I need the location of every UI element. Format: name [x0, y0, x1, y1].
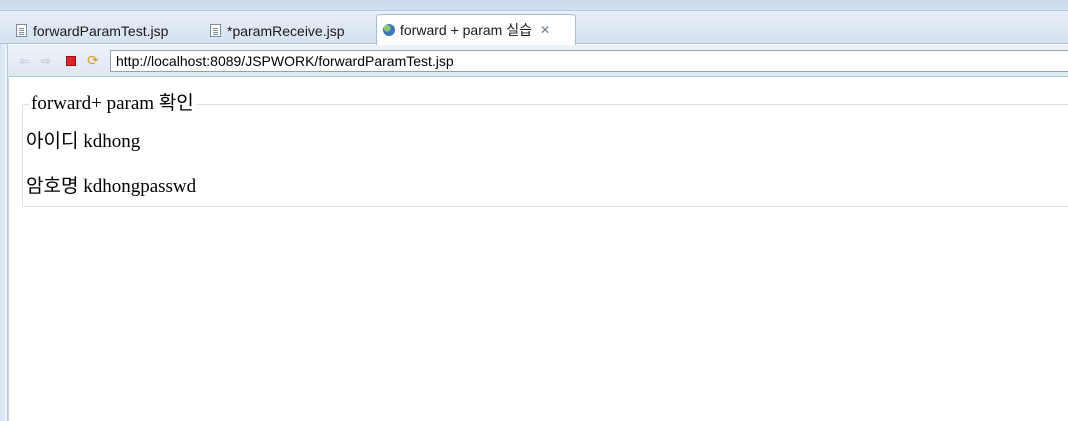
tab-browser-active[interactable]: forward + param 실습 ✕	[376, 14, 576, 45]
tab-label: *paramReceive.jsp	[227, 22, 345, 39]
file-icon	[16, 24, 27, 37]
stop-icon[interactable]	[63, 53, 79, 69]
id-row: 아이디 kdhong	[26, 126, 140, 153]
tab-forwardparamtest[interactable]: forwardParamTest.jsp	[16, 17, 168, 44]
forward-arrow-icon[interactable]: ⇨	[38, 53, 54, 69]
browser-content: forward+ param 확인 아이디 kdhong 암호명 kdhongp…	[8, 78, 1068, 421]
result-fieldset: forward+ param 확인 아이디 kdhong 암호명 kdhongp…	[22, 93, 1068, 207]
refresh-icon[interactable]: ⟳	[85, 53, 101, 69]
id-label: 아이디	[26, 131, 79, 152]
tab-label: forwardParamTest.jsp	[33, 22, 169, 39]
id-value: kdhong	[83, 131, 141, 152]
globe-icon	[383, 24, 395, 36]
password-value: kdhongpasswd	[83, 176, 197, 197]
tab-label: forward + param 실습	[400, 22, 532, 38]
password-label: 암호명	[26, 176, 79, 197]
close-icon[interactable]: ✕	[540, 23, 550, 37]
password-row: 암호명 kdhongpasswd	[26, 171, 196, 198]
url-input[interactable]: http://localhost:8089/JSPWORK/forwardPar…	[110, 50, 1068, 72]
browser-toolbar: ⇦ ⇨ ⟳ http://localhost:8089/JSPWORK/forw…	[8, 45, 1068, 77]
window-top-strip	[0, 0, 1068, 11]
file-icon	[210, 24, 221, 37]
editor-left-edge	[0, 44, 8, 421]
tab-paramreceive[interactable]: *paramReceive.jsp	[210, 17, 345, 44]
back-arrow-icon[interactable]: ⇦	[16, 53, 32, 69]
fieldset-legend: forward+ param 확인	[31, 93, 194, 114]
editor-tab-bar: forwardParamTest.jsp *paramReceive.jsp f…	[0, 11, 1068, 45]
